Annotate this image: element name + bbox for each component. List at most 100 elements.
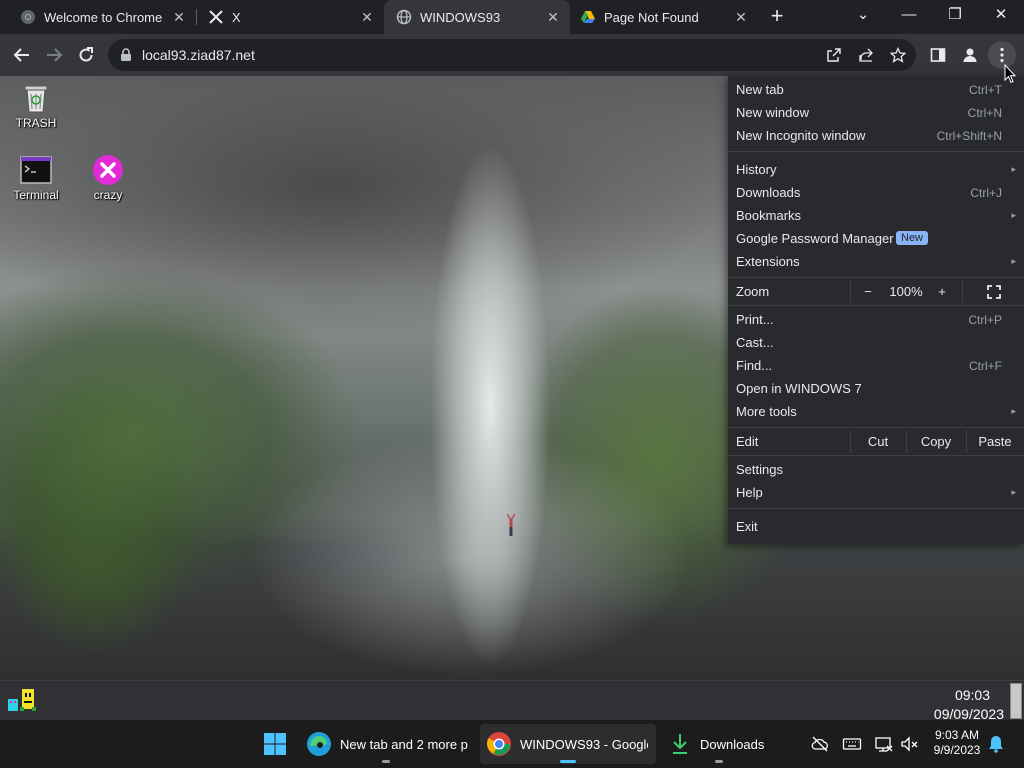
menu-item-settings[interactable]: Settings — [728, 458, 1024, 481]
address-bar[interactable]: local93.ziad87.net — [108, 39, 916, 71]
open-in-app-icon[interactable] — [826, 47, 842, 63]
taskbar-item-label: Downloads — [700, 736, 765, 752]
menu-item-label: Open in WINDOWS 7 — [736, 381, 862, 396]
mouse-cursor-icon — [1004, 64, 1016, 84]
windows93-time: 09:03 — [954, 687, 990, 703]
trash-icon — [20, 82, 52, 114]
desktop-icon-trash[interactable]: TRASH — [0, 82, 72, 130]
share-icon[interactable] — [858, 47, 874, 63]
windows93-start-icon[interactable] — [6, 687, 38, 713]
cut-button[interactable]: Cut — [852, 430, 904, 453]
x-logo-icon — [208, 9, 224, 25]
submenu-arrow-icon: ▸ — [1011, 487, 1016, 497]
menu-item-find[interactable]: Find... Ctrl+F — [728, 354, 1024, 377]
back-button[interactable] — [8, 41, 36, 69]
tab-x[interactable]: X ✕ — [188, 0, 384, 34]
menu-item-label: Exit — [736, 519, 758, 534]
taskbar-item-chrome[interactable]: WINDOWS93 - Google ( — [480, 724, 656, 764]
running-indicator — [715, 760, 723, 763]
menu-item-label: Find... — [736, 358, 773, 373]
menu-item-more-tools[interactable]: More tools ▸ — [728, 400, 1024, 423]
menu-item-history[interactable]: History ▸ — [728, 158, 1024, 181]
chrome-icon — [20, 9, 36, 25]
side-panel-icon — [930, 48, 946, 62]
forward-button[interactable] — [40, 41, 68, 69]
tab-title: WINDOWS93 — [420, 9, 501, 25]
zoom-in-button[interactable]: + — [928, 280, 956, 303]
menu-item-exit[interactable]: Exit — [728, 515, 1024, 538]
tab-welcome[interactable]: Welcome to Chrome ✕ — [0, 0, 196, 34]
clock-date: 9/9/2023 — [933, 743, 981, 757]
edit-label: Edit — [736, 434, 759, 449]
close-icon[interactable]: ✕ — [544, 9, 562, 26]
restore-button[interactable]: ❐ — [932, 0, 978, 32]
tab-title: Welcome to Chrome — [44, 9, 163, 25]
zoom-out-button[interactable]: − — [852, 280, 884, 303]
network-icon[interactable] — [874, 734, 894, 754]
menu-item-bookmarks[interactable]: Bookmarks ▸ — [728, 204, 1024, 227]
profile-button[interactable] — [956, 41, 984, 69]
menu-item-label: More tools — [736, 404, 797, 419]
menu-item-password-manager[interactable]: Google Password Manager New — [728, 227, 1024, 250]
paste-button[interactable]: Paste — [968, 430, 1022, 453]
menu-item-new-tab[interactable]: New tab Ctrl+T — [728, 78, 1024, 101]
star-icon[interactable] — [890, 47, 906, 63]
zoom-value: 100% — [889, 284, 923, 299]
submenu-arrow-icon: ▸ — [1011, 256, 1016, 266]
menu-shortcut: Ctrl+T — [969, 82, 1002, 97]
tab-search-button[interactable]: ⌄ — [840, 0, 886, 32]
desktop-icon-crazy[interactable]: crazy — [72, 154, 144, 202]
desktop-icon-terminal[interactable]: Terminal — [0, 154, 72, 202]
taskbar-item-edge[interactable]: New tab and 2 more pa — [300, 724, 472, 764]
reload-button[interactable] — [72, 41, 100, 69]
close-icon[interactable]: ✕ — [732, 9, 750, 26]
menu-item-label: New Incognito window — [736, 128, 866, 143]
edge-icon — [307, 732, 331, 756]
close-icon[interactable]: ✕ — [358, 9, 376, 26]
menu-item-new-incognito[interactable]: New Incognito window Ctrl+Shift+N — [728, 124, 1024, 147]
scrollbar[interactable] — [1010, 683, 1022, 719]
running-indicator — [382, 760, 390, 763]
cloud-off-icon[interactable] — [810, 734, 830, 754]
tab-page-not-found[interactable]: Page Not Found ✕ — [568, 0, 758, 34]
submenu-arrow-icon: ▸ — [1011, 164, 1016, 174]
window-close-button[interactable]: ✕ — [978, 0, 1024, 32]
menu-item-cast[interactable]: Cast... — [728, 331, 1024, 354]
submenu-arrow-icon: ▸ — [1011, 406, 1016, 416]
speaker-muted-icon[interactable] — [900, 734, 920, 754]
system-clock[interactable]: 9:03 AM 9/9/2023 — [930, 728, 984, 758]
menu-separator — [728, 427, 1024, 428]
menu-item-downloads[interactable]: Downloads Ctrl+J — [728, 181, 1024, 204]
menu-item-label: Help — [736, 485, 763, 500]
menu-item-print[interactable]: Print... Ctrl+P — [728, 308, 1024, 331]
side-panel-button[interactable] — [924, 41, 952, 69]
menu-item-label: History — [736, 162, 777, 177]
menu-edit-row: Edit Cut Copy Paste — [728, 430, 1024, 453]
copy-button[interactable]: Copy — [908, 430, 964, 453]
minimize-button[interactable]: — — [886, 0, 932, 32]
close-icon[interactable]: ✕ — [170, 9, 188, 26]
taskbar-item-label: WINDOWS93 - Google ( — [520, 736, 648, 752]
fullscreen-icon — [987, 284, 1001, 299]
taskbar-item-downloads[interactable]: Downloads — [664, 724, 774, 764]
desktop-icon-label: Terminal — [13, 188, 59, 202]
person-icon — [963, 48, 977, 62]
terminal-icon — [20, 154, 52, 186]
menu-item-extensions[interactable]: Extensions ▸ — [728, 250, 1024, 273]
new-tab-button[interactable]: + — [764, 4, 790, 30]
notification-bell-icon[interactable] — [986, 734, 1006, 754]
fullscreen-button[interactable] — [964, 280, 1024, 303]
keyboard-icon[interactable] — [842, 734, 862, 754]
google-drive-icon — [580, 9, 596, 25]
globe-icon — [396, 9, 412, 25]
submenu-arrow-icon: ▸ — [1011, 210, 1016, 220]
tab-windows93[interactable]: WINDOWS93 ✕ — [384, 0, 570, 34]
menu-zoom-row: Zoom − 100% + — [728, 280, 1024, 303]
menu-shortcut: Ctrl+N — [967, 105, 1002, 120]
start-button[interactable] — [257, 724, 293, 764]
menu-item-open-in-windows7[interactable]: Open in WINDOWS 7 — [728, 377, 1024, 400]
menu-item-new-window[interactable]: New window Ctrl+N — [728, 101, 1024, 124]
windows93-date: 09/09/2023 — [933, 706, 1004, 720]
menu-item-help[interactable]: Help ▸ — [728, 481, 1024, 504]
menu-separator — [728, 151, 1024, 152]
